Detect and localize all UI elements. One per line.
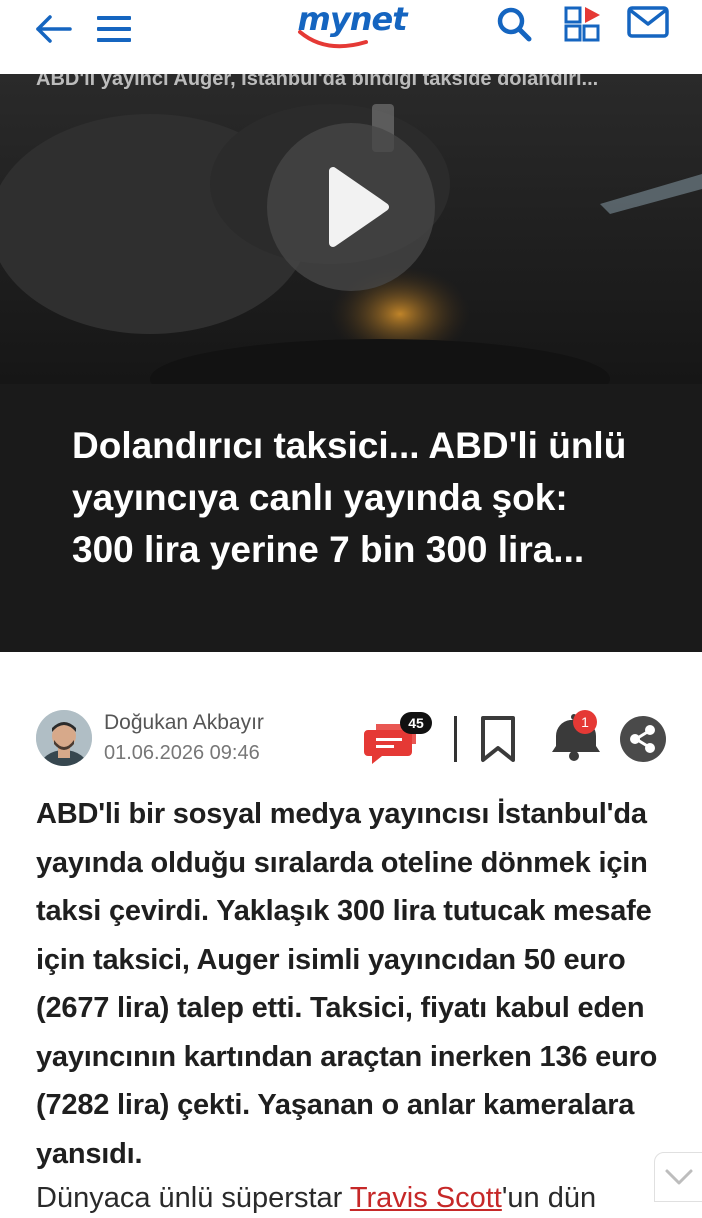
article-paragraph: Dünyaca ünlü süperstar Travis Scott'un d… bbox=[36, 1178, 676, 1218]
author-avatar[interactable] bbox=[36, 710, 92, 766]
author-photo bbox=[36, 710, 92, 766]
share-button[interactable] bbox=[620, 716, 666, 762]
hamburger-menu-icon bbox=[97, 16, 131, 42]
travis-scott-link[interactable]: Travis Scott bbox=[350, 1182, 502, 1214]
comments-button[interactable]: 45 bbox=[364, 712, 436, 768]
comment-count-badge: 45 bbox=[400, 712, 432, 734]
play-icon bbox=[329, 167, 389, 247]
mail-icon bbox=[627, 6, 669, 38]
back-arrow-icon bbox=[36, 15, 72, 43]
bookmark-icon bbox=[481, 716, 515, 762]
apps-grid-icon bbox=[564, 6, 600, 42]
video-title: ABD'li yayıncı Auger, İstanbul'da bindiğ… bbox=[36, 74, 599, 90]
apps-button[interactable] bbox=[562, 4, 606, 44]
mynet-logo[interactable]: mynet bbox=[296, 2, 408, 52]
paragraph-text-suffix: 'un dün bbox=[501, 1182, 597, 1214]
share-icon bbox=[630, 725, 655, 753]
headline-block: Dolandırıcı taksici... ABD'li ünlü yayın… bbox=[0, 384, 702, 652]
publish-date: 01.06.2026 09:46 bbox=[104, 742, 260, 764]
notification-count-badge: 1 bbox=[573, 710, 597, 734]
article-lead: ABD'li bir sosyal medya yayıncısı İstanb… bbox=[36, 798, 658, 1170]
paragraph-text: Dünyaca ünlü süperstar bbox=[36, 1182, 350, 1214]
mail-button[interactable] bbox=[626, 4, 670, 44]
menu-button[interactable] bbox=[97, 12, 133, 46]
chevron-down-icon bbox=[665, 1169, 693, 1185]
play-button[interactable] bbox=[267, 123, 435, 291]
action-divider bbox=[454, 716, 457, 762]
bookmark-button[interactable] bbox=[478, 714, 518, 764]
top-bar: mynet bbox=[0, 0, 702, 74]
notifications-button[interactable]: 1 bbox=[548, 710, 604, 764]
article-headline: Dolandırıcı taksici... ABD'li ünlü yayın… bbox=[72, 425, 627, 570]
back-button[interactable] bbox=[32, 12, 76, 46]
author-name[interactable]: Doğukan Akbayır bbox=[104, 710, 264, 736]
search-icon bbox=[497, 7, 532, 42]
logo-swoosh-icon bbox=[298, 30, 368, 49]
scroll-down-button[interactable] bbox=[654, 1152, 702, 1202]
video-player[interactable]: ABD'li yayıncı Auger, İstanbul'da bindiğ… bbox=[0, 74, 702, 384]
search-button[interactable] bbox=[494, 4, 534, 44]
